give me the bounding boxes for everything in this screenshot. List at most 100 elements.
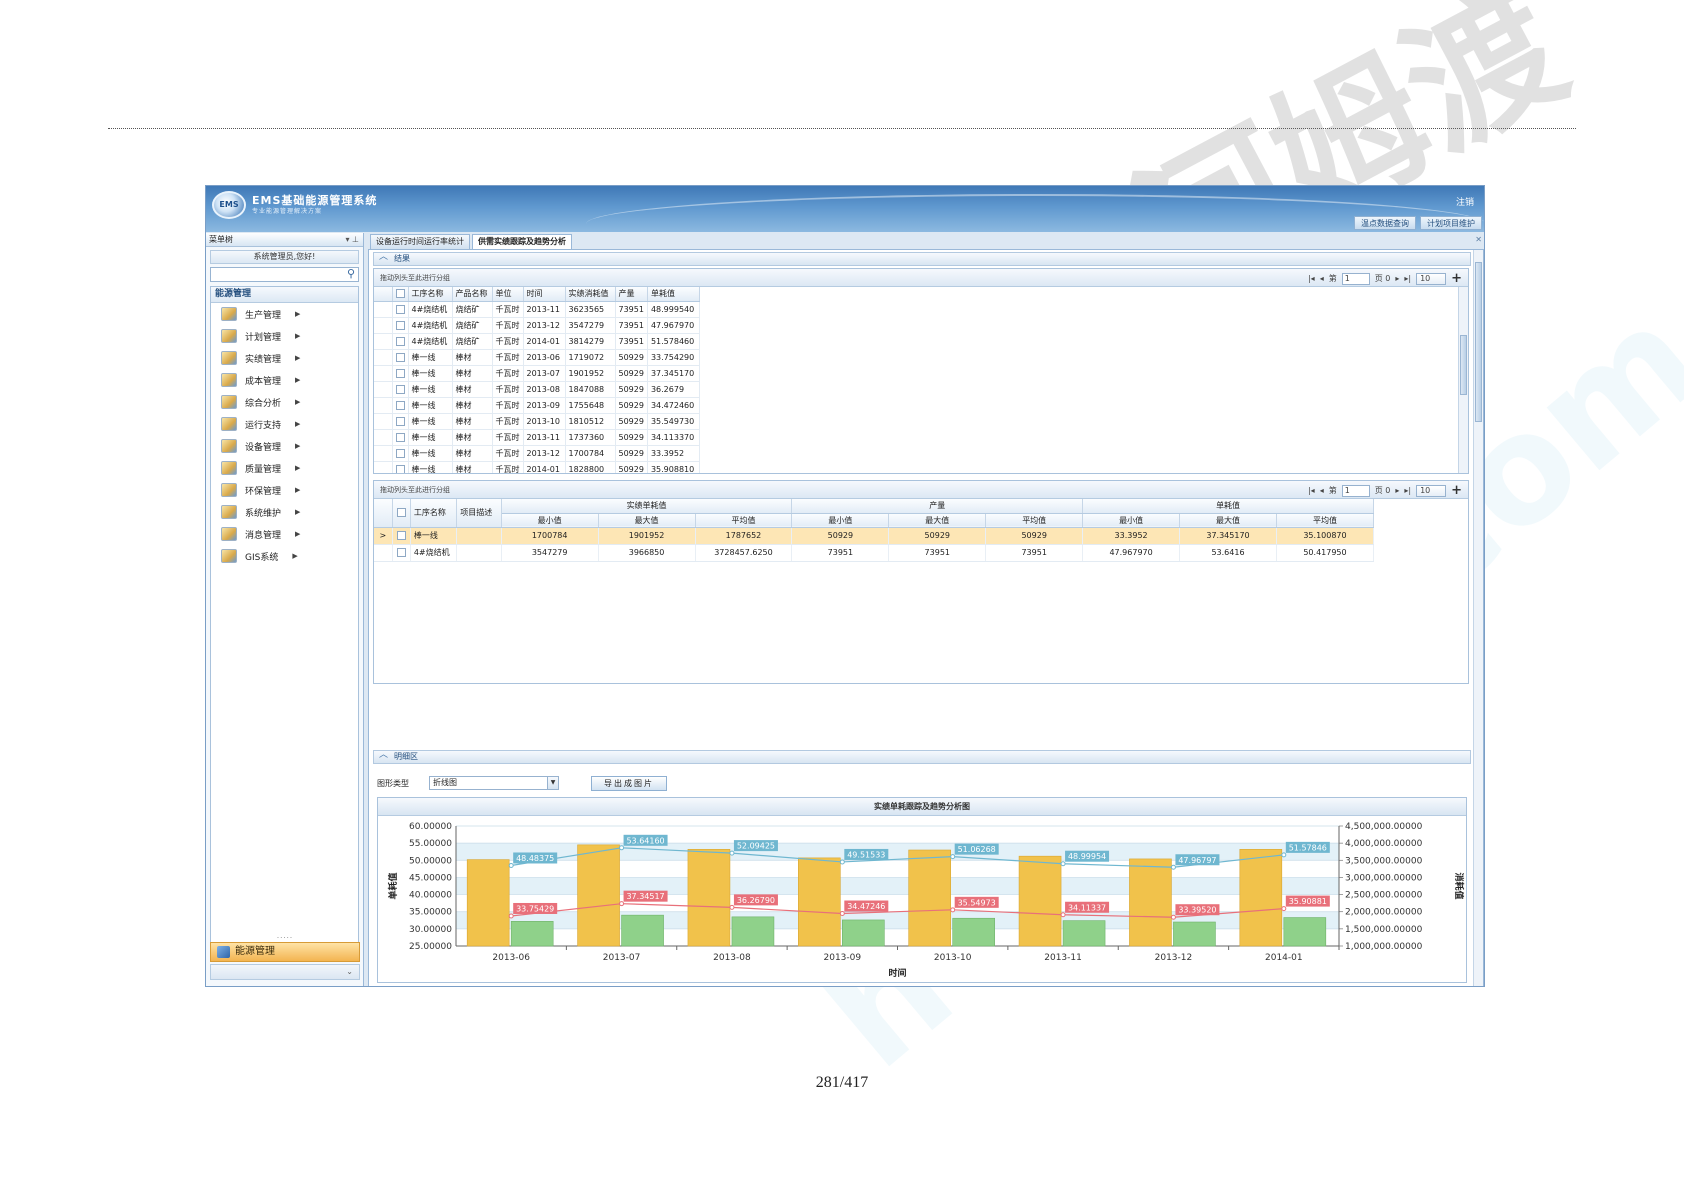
prev-page-icon[interactable]: ◂ (1320, 486, 1324, 495)
sidebar-item[interactable]: 综合分析 ▶ (211, 391, 358, 413)
tab-equipment-runtime[interactable]: 设备运行时间运行率统计 (370, 234, 470, 249)
row-checkbox[interactable] (395, 320, 405, 330)
more-chevron-icon[interactable]: ⌄ (210, 964, 360, 980)
page-input[interactable]: 1 (1341, 484, 1370, 497)
table-row[interactable]: 4#烧结机 3547279 3966850 3728457.6250 73951 7395… (374, 544, 1375, 562)
subcol-header[interactable]: 平均值 (1276, 513, 1375, 528)
sidebar-item[interactable]: 计划管理 ▶ (211, 325, 358, 347)
next-page-icon[interactable]: ▸ (1395, 274, 1399, 283)
sidebar-item[interactable]: 消息管理 ▶ (211, 523, 358, 545)
row-checkbox[interactable] (395, 336, 405, 346)
first-page-icon[interactable]: |◂ (1308, 486, 1315, 495)
table-row[interactable]: 棒一线 棒材 千瓦时 2013-11 1737360 50929 34.113370 (374, 429, 700, 446)
col-header[interactable]: 单耗值 (647, 287, 700, 302)
group-hint: 拖动列头至此进行分组 (380, 274, 450, 282)
next-page-icon[interactable]: ▸ (1395, 486, 1399, 495)
sidebar-item[interactable]: 环保管理 ▶ (211, 479, 358, 501)
subcol-header[interactable]: 最小值 (791, 513, 890, 528)
table-cell: 35.100870 (1276, 527, 1375, 545)
menu-search-input[interactable] (211, 268, 358, 281)
row-checkbox[interactable] (395, 448, 405, 458)
col-header[interactable]: 产品名称 (452, 287, 493, 302)
sidebar-item[interactable]: 运行支持 ▶ (211, 413, 358, 435)
row-checkbox[interactable] (396, 531, 406, 540)
table-row[interactable]: 棒一线 棒材 千瓦时 2014-01 1828800 50929 35.908810 (374, 461, 700, 473)
table-row[interactable]: 4#烧结机 烧结矿 千瓦时 2014-01 3814279 73951 51.578460 (374, 333, 700, 350)
result-section-header[interactable]: 结果 (373, 251, 1471, 266)
col-header[interactable]: 项目描述 (456, 499, 502, 528)
chevron-down-icon[interactable]: ▼ (547, 777, 558, 789)
detail-section-header[interactable]: 明细区 (373, 749, 1471, 764)
prev-page-icon[interactable]: ◂ (1320, 274, 1324, 283)
splitter-handle[interactable]: ····· (210, 934, 360, 942)
data-label: 35.54973 (958, 898, 996, 907)
row-checkbox[interactable] (395, 368, 405, 378)
page-size-select[interactable]: 10 (1416, 484, 1447, 497)
table-row[interactable]: > 棒一线 1700784 1901952 1787652 50929 50929 50929… (374, 527, 1375, 545)
add-icon[interactable]: + (1451, 271, 1462, 286)
energy-management-nav[interactable]: 能源管理 (210, 942, 360, 962)
x-axis-title: 时间 (888, 967, 906, 979)
row-checkbox[interactable] (395, 384, 405, 394)
sidebar-item[interactable]: 系统维护 ▶ (211, 501, 358, 523)
page-input[interactable]: 1 (1341, 272, 1370, 285)
subcol-header[interactable]: 最大值 (1179, 513, 1277, 528)
bar-production (1062, 920, 1106, 947)
series-point-0 (619, 845, 625, 851)
sidebar-item[interactable]: 设备管理 ▶ (211, 435, 358, 457)
grid-scrollbar[interactable] (1458, 287, 1468, 473)
row-checkbox[interactable] (395, 400, 405, 410)
point-data-query-button[interactable]: 温点数据查询 (1354, 216, 1416, 230)
table-row[interactable]: 棒一线 棒材 千瓦时 2013-10 1810512 50929 35.549730 (374, 413, 700, 430)
sidebar-item[interactable]: 质量管理 ▶ (211, 457, 358, 479)
row-checkbox[interactable] (395, 432, 405, 442)
export-image-button[interactable]: 导出成图片 (591, 775, 667, 791)
table-row[interactable]: 棒一线 棒材 千瓦时 2013-07 1901952 50929 37.345170 (374, 365, 700, 382)
last-page-icon[interactable]: ▸| (1404, 274, 1411, 283)
row-checkbox[interactable] (395, 352, 405, 362)
col-header[interactable]: 工序名称 (410, 499, 458, 528)
logout-link[interactable]: 注销 (1456, 195, 1474, 208)
search-icon[interactable]: ⚲ (347, 267, 355, 280)
row-checkbox[interactable] (395, 464, 405, 473)
table-cell: 千瓦时 (492, 349, 524, 366)
select-all-checkbox[interactable] (395, 289, 405, 299)
add-icon[interactable]: + (1451, 483, 1462, 498)
first-page-icon[interactable]: |◂ (1308, 274, 1315, 283)
subcol-header[interactable]: 最大值 (888, 513, 987, 528)
row-checkbox[interactable] (395, 416, 405, 426)
last-page-icon[interactable]: ▸| (1404, 486, 1411, 495)
sidebar-item[interactable]: 生产管理 ▶ (211, 303, 358, 325)
subcol-header[interactable]: 平均值 (695, 513, 793, 528)
select-all-checkbox[interactable] (396, 508, 406, 518)
table-row[interactable]: 棒一线 棒材 千瓦时 2013-12 1700784 50929 33.3952 (374, 445, 700, 462)
col-header[interactable]: 时间 (523, 287, 566, 302)
row-checkbox[interactable] (395, 304, 405, 314)
chart-type-select[interactable]: 折线图 ▼ (429, 776, 559, 790)
page-size-select[interactable]: 10 (1416, 272, 1447, 285)
table-row[interactable]: 4#烧结机 烧结矿 千瓦时 2013-11 3623565 73951 48.999540 (374, 301, 700, 318)
sidebar-item[interactable]: GIS系统 ▶ (211, 545, 358, 567)
col-header[interactable]: 工序名称 (408, 287, 453, 302)
sidebar-item[interactable]: 实绩管理 ▶ (211, 347, 358, 369)
plan-project-maintenance-button[interactable]: 计划项目维护 (1420, 216, 1482, 230)
col-header[interactable]: 实绩消耗值 (565, 287, 616, 302)
collapse-pin-icon[interactable]: ▾ ⊥ (345, 233, 359, 246)
header-rule (108, 128, 1576, 129)
table-row[interactable]: 棒一线 棒材 千瓦时 2013-09 1755648 50929 34.472460 (374, 397, 700, 414)
close-icon[interactable]: ✕ (1475, 235, 1482, 244)
subcol-header[interactable]: 最大值 (598, 513, 696, 528)
data-label: 36.26790 (737, 896, 775, 905)
col-header[interactable]: 产量 (615, 287, 648, 302)
subcol-header[interactable]: 最小值 (1082, 513, 1181, 528)
col-header[interactable]: 单位 (492, 287, 524, 302)
table-row[interactable]: 棒一线 棒材 千瓦时 2013-08 1847088 50929 36.2679 (374, 381, 700, 398)
table-row[interactable]: 棒一线 棒材 千瓦时 2013-06 1719072 50929 33.754290 (374, 349, 700, 366)
sidebar-item[interactable]: 成本管理 ▶ (211, 369, 358, 391)
row-checkbox[interactable] (396, 548, 406, 557)
subcol-header[interactable]: 平均值 (985, 513, 1084, 528)
subcol-header[interactable]: 最小值 (501, 513, 599, 528)
table-row[interactable]: 4#烧结机 烧结矿 千瓦时 2013-12 3547279 73951 47.967970 (374, 317, 700, 334)
main-scrollbar[interactable] (1473, 250, 1483, 986)
tab-supply-demand-trend[interactable]: 供需实绩跟踪及趋势分析 (472, 234, 572, 249)
